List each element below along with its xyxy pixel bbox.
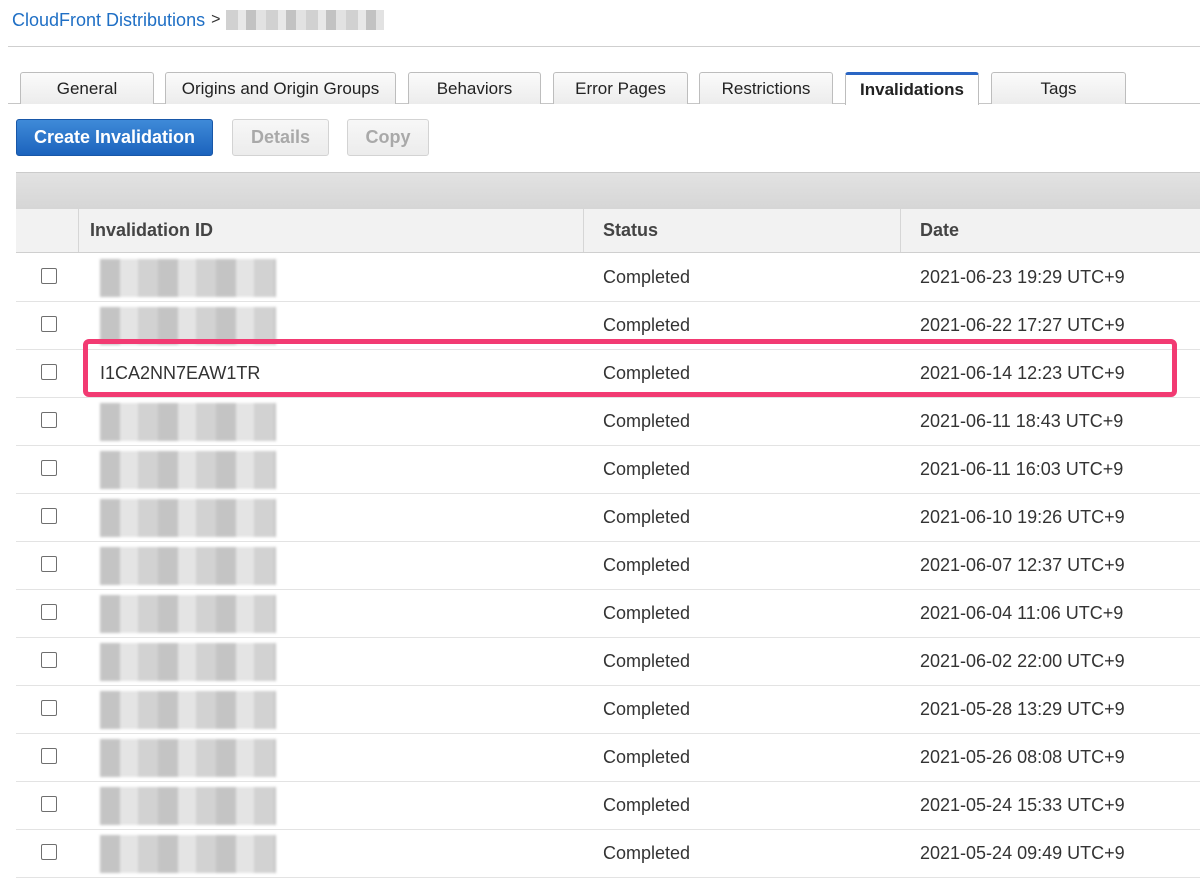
status-cell: Completed: [603, 842, 691, 863]
date-cell: 2021-06-22 17:27 UTC+9: [920, 314, 1125, 335]
status-cell: Completed: [603, 698, 691, 719]
status-cell: Completed: [603, 266, 691, 287]
table-row[interactable]: Completed 2021-05-24 15:33 UTC+9: [16, 781, 1200, 830]
status-cell: Completed: [603, 794, 691, 815]
table-row[interactable]: Completed 2021-06-23 19:29 UTC+9: [16, 253, 1200, 302]
header-invalidation-id[interactable]: Invalidation ID: [78, 209, 583, 252]
row-checkbox[interactable]: [41, 268, 57, 284]
row-checkbox[interactable]: [41, 748, 57, 764]
date-cell: 2021-06-02 22:00 UTC+9: [920, 650, 1125, 671]
redacted-invalidation-id: [100, 259, 276, 297]
table-row[interactable]: I1CA2NN7EAW1TR Completed 2021-06-14 12:2…: [16, 349, 1200, 398]
row-checkbox[interactable]: [41, 844, 57, 860]
date-cell: 2021-06-11 16:03 UTC+9: [920, 458, 1124, 479]
table-row[interactable]: Completed 2021-06-11 18:43 UTC+9: [16, 397, 1200, 446]
redacted-invalidation-id: [100, 739, 276, 777]
date-cell: 2021-06-04 11:06 UTC+9: [920, 602, 1124, 623]
row-checkbox[interactable]: [41, 364, 57, 380]
row-checkbox[interactable]: [41, 700, 57, 716]
row-checkbox[interactable]: [41, 556, 57, 572]
table-row[interactable]: Completed 2021-06-04 11:06 UTC+9: [16, 589, 1200, 638]
table-row[interactable]: Completed 2021-06-10 19:26 UTC+9: [16, 493, 1200, 542]
status-cell: Completed: [603, 650, 691, 671]
tab-origins[interactable]: Origins and Origin Groups: [165, 72, 396, 104]
redacted-invalidation-id: [100, 547, 276, 585]
create-invalidation-button[interactable]: Create Invalidation: [16, 119, 213, 156]
redacted-invalidation-id: [100, 499, 276, 537]
status-cell: Completed: [603, 746, 691, 767]
redacted-invalidation-id: [100, 451, 276, 489]
date-cell: 2021-06-10 19:26 UTC+9: [920, 506, 1125, 527]
date-cell: 2021-05-26 08:08 UTC+9: [920, 746, 1125, 767]
tab-restrictions[interactable]: Restrictions: [699, 72, 833, 104]
date-cell: 2021-06-23 19:29 UTC+9: [920, 266, 1125, 287]
table-row[interactable]: Completed 2021-05-24 09:49 UTC+9: [16, 829, 1200, 878]
date-cell: 2021-06-07 12:37 UTC+9: [920, 554, 1125, 575]
table-header: Invalidation ID Status Date: [16, 209, 1200, 253]
breadcrumb-distribution-id-redacted: [226, 10, 385, 30]
date-cell: 2021-05-24 15:33 UTC+9: [920, 794, 1125, 815]
row-checkbox[interactable]: [41, 604, 57, 620]
redacted-invalidation-id: [100, 787, 276, 825]
table-row[interactable]: Completed 2021-05-26 08:08 UTC+9: [16, 733, 1200, 782]
row-checkbox[interactable]: [41, 652, 57, 668]
status-cell: Completed: [603, 458, 691, 479]
date-cell: 2021-05-24 09:49 UTC+9: [920, 842, 1125, 863]
tab-general[interactable]: General: [20, 72, 154, 104]
breadcrumb-link-distributions[interactable]: CloudFront Distributions: [12, 10, 205, 31]
header-date[interactable]: Date: [900, 209, 1200, 252]
status-cell: Completed: [603, 506, 691, 527]
date-cell: 2021-06-11 18:43 UTC+9: [920, 410, 1124, 431]
row-checkbox[interactable]: [41, 508, 57, 524]
date-cell: 2021-06-14 12:23 UTC+9: [920, 362, 1125, 383]
status-cell: Completed: [603, 314, 691, 335]
status-cell: Completed: [603, 602, 691, 623]
status-cell: Completed: [603, 410, 691, 431]
tab-invalidations[interactable]: Invalidations: [845, 72, 979, 105]
tab-behaviors[interactable]: Behaviors: [408, 72, 541, 104]
table-row[interactable]: Completed 2021-06-07 12:37 UTC+9: [16, 541, 1200, 590]
copy-button[interactable]: Copy: [347, 119, 429, 156]
header-select-column: [16, 209, 78, 252]
redacted-invalidation-id: [100, 691, 276, 729]
header-status[interactable]: Status: [583, 209, 900, 252]
status-cell: Completed: [603, 362, 691, 383]
table-toolbar-bar: [16, 172, 1200, 210]
row-checkbox[interactable]: [41, 460, 57, 476]
table-row[interactable]: Completed 2021-06-02 22:00 UTC+9: [16, 637, 1200, 686]
table-row[interactable]: Completed 2021-05-28 13:29 UTC+9: [16, 685, 1200, 734]
breadcrumb-separator: >: [211, 11, 221, 28]
details-button[interactable]: Details: [232, 119, 329, 156]
breadcrumb: CloudFront Distributions >: [12, 8, 385, 32]
row-checkbox[interactable]: [41, 316, 57, 332]
redacted-invalidation-id: [100, 403, 276, 441]
redacted-invalidation-id: [100, 835, 276, 873]
redacted-invalidation-id: [100, 643, 276, 681]
status-cell: Completed: [603, 554, 691, 575]
tab-error-pages[interactable]: Error Pages: [553, 72, 688, 104]
tab-tags[interactable]: Tags: [991, 72, 1126, 104]
invalidation-id-cell[interactable]: I1CA2NN7EAW1TR: [100, 349, 260, 397]
redacted-invalidation-id: [100, 595, 276, 633]
header-divider: [8, 46, 1200, 47]
redacted-invalidation-id: [100, 307, 276, 345]
table-row[interactable]: Completed 2021-06-22 17:27 UTC+9: [16, 301, 1200, 350]
row-checkbox[interactable]: [41, 796, 57, 812]
date-cell: 2021-05-28 13:29 UTC+9: [920, 698, 1125, 719]
row-checkbox[interactable]: [41, 412, 57, 428]
table-row[interactable]: Completed 2021-06-11 16:03 UTC+9: [16, 445, 1200, 494]
